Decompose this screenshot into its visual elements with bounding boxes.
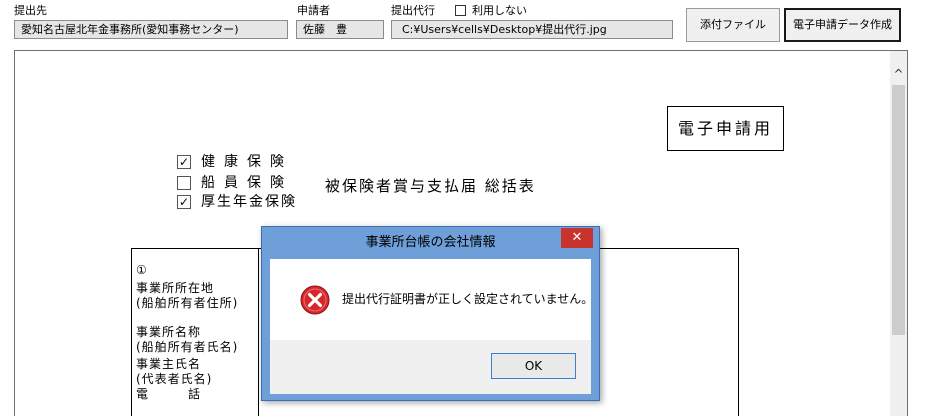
proxy-disable-label[interactable]: 利用しない bbox=[472, 4, 527, 17]
stamp-box: 電子申請用 bbox=[667, 106, 784, 151]
create-e-application-button[interactable]: 電子申請データ作成 bbox=[784, 8, 901, 42]
phone-label: 電 話 bbox=[136, 387, 202, 401]
scroll-thumb[interactable] bbox=[892, 85, 905, 335]
owner-name-label: 事業主氏名 (代表者氏名) bbox=[136, 357, 213, 386]
attach-file-button[interactable]: 添付ファイル bbox=[686, 8, 780, 42]
seamen-insurance-label: 船員保険 bbox=[201, 175, 293, 191]
proxy-label: 提出代行 bbox=[391, 4, 435, 17]
health-insurance-checkbox[interactable]: ✓ bbox=[177, 155, 191, 169]
applicant-field: 佐藤 豊 bbox=[296, 20, 384, 39]
table-divider bbox=[258, 249, 259, 416]
destination-label: 提出先 bbox=[14, 4, 47, 17]
company-name-label: 事業所名称 (船舶所有者氏名) bbox=[136, 325, 239, 354]
proxy-file-path: C:¥Users¥cells¥Desktop¥提出代行.jpg bbox=[391, 20, 673, 39]
dialog-footer: OK bbox=[270, 340, 591, 394]
proxy-disable-checkbox[interactable] bbox=[455, 5, 466, 16]
dialog-body: 提出代行証明書が正しく設定されていません。 OK bbox=[270, 259, 594, 394]
applicant-label: 申請者 bbox=[297, 4, 330, 17]
dialog-title: 事業所台帳の会社情報 bbox=[365, 235, 496, 250]
scroll-up-icon[interactable]: ^ bbox=[890, 66, 907, 82]
error-icon bbox=[300, 285, 330, 315]
vertical-scrollbar[interactable]: ^ bbox=[890, 51, 907, 416]
health-insurance-label: 健康保険 bbox=[201, 154, 293, 170]
pension-insurance-checkbox[interactable]: ✓ bbox=[177, 195, 191, 209]
destination-field: 愛知名古屋北年金事務所(愛知事務センター) bbox=[14, 20, 288, 39]
ok-button[interactable]: OK bbox=[491, 353, 576, 379]
dialog-close-button[interactable]: ✕ bbox=[561, 228, 593, 248]
seamen-insurance-checkbox[interactable] bbox=[177, 176, 191, 190]
table-marker: ① bbox=[136, 263, 148, 277]
pension-insurance-label: 厚生年金保険 bbox=[201, 194, 297, 210]
form-title: 被保険者賞与支払届 総括表 bbox=[325, 177, 536, 195]
dialog-message: 提出代行証明書が正しく設定されていません。 bbox=[342, 292, 594, 306]
company-info-dialog: 事業所台帳の会社情報 ✕ 提出代行証明書が正しく設定されていません。 OK bbox=[261, 226, 600, 401]
address-label: 事業所所在地 (船舶所有者住所) bbox=[136, 281, 239, 310]
